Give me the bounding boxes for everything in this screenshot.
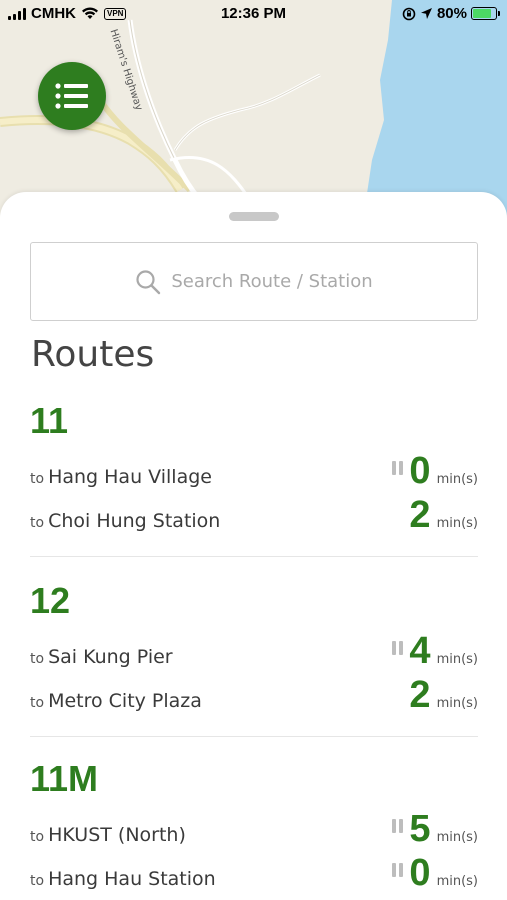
route-card-11[interactable]: 11 to Hang Hau Village 0 min(s) to Choi Hu… [30,400,478,550]
route-card-12[interactable]: 12 to Sai Kung Pier 4 min(s) to Metro City… [30,580,478,730]
destination-name: Metro City Plaza [48,690,202,712]
route-card-11m[interactable]: 11M to HKUST (North) 5 min(s) to Hang Hau … [30,758,478,900]
eta-minutes: 2 [409,674,431,716]
destination-name: Sai Kung Pier [48,646,173,668]
pause-icon [392,863,404,877]
battery-percent: 80% [436,5,467,22]
route-number: 11M [30,758,99,799]
eta-unit: min(s) [436,874,478,889]
pause-icon [392,819,404,833]
destination-row[interactable]: to Choi Hung Station [30,510,220,532]
destination-name: HKUST (North) [48,824,186,846]
screen-lock-icon [402,7,416,20]
menu-button[interactable] [38,62,106,130]
routes-sheet: Search Route / Station Routes 11 to Hang … [0,192,507,900]
eta: 2 min(s) [409,496,478,534]
search-input[interactable]: Search Route / Station [30,242,478,321]
eta: 0 min(s) [392,452,478,490]
eta-minutes: 2 [409,494,431,536]
pause-icon [392,461,404,475]
sheet-drag-handle[interactable] [229,212,279,221]
divider [30,736,478,737]
eta-minutes: 5 [409,808,431,850]
destination-row[interactable]: to Hang Hau Village [30,466,212,488]
eta: 5 min(s) [392,810,478,848]
page-title: Routes [31,334,155,375]
status-bar: CMHK VPN 12:36 PM 80% [0,0,507,28]
battery-icon [471,7,500,20]
eta-unit: min(s) [436,516,478,531]
destination-name: Hang Hau Village [48,466,212,488]
location-arrow-icon [420,8,432,19]
search-placeholder: Search Route / Station [171,271,373,292]
eta-minutes: 4 [409,630,431,672]
divider [30,556,478,557]
eta-unit: min(s) [436,830,478,845]
pause-icon [392,641,404,655]
eta: 2 min(s) [409,676,478,714]
destination-name: Choi Hung Station [48,510,221,532]
search-icon [136,269,161,294]
route-number: 11 [30,400,69,441]
eta: 0 min(s) [392,854,478,892]
destination-name: Hang Hau Station [48,868,216,890]
eta-minutes: 0 [409,852,431,894]
eta-minutes: 0 [409,450,431,492]
list-icon [55,83,88,109]
eta-unit: min(s) [436,652,478,667]
destination-row[interactable]: to Sai Kung Pier [30,646,173,668]
destination-row[interactable]: to HKUST (North) [30,824,186,846]
destination-row[interactable]: to Hang Hau Station [30,868,216,890]
eta-unit: min(s) [436,696,478,711]
eta-unit: min(s) [436,472,478,487]
route-number: 12 [30,580,71,621]
destination-row[interactable]: to Metro City Plaza [30,690,202,712]
eta: 4 min(s) [392,632,478,670]
